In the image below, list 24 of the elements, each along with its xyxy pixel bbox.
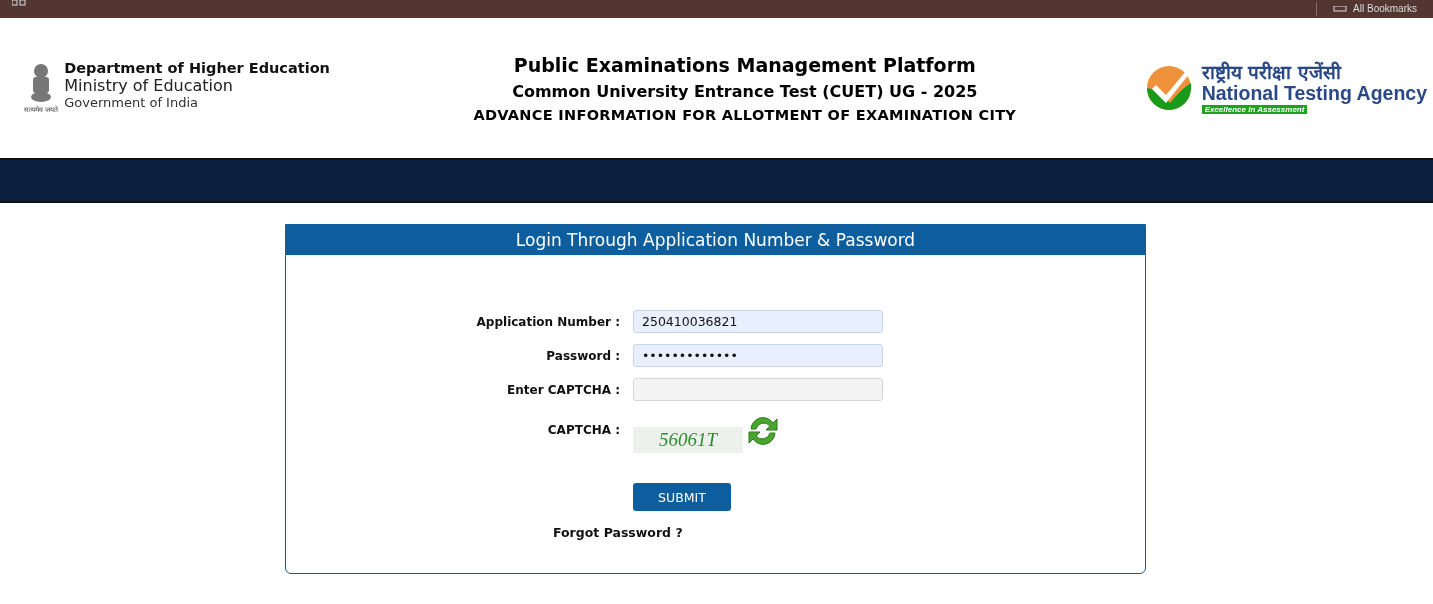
platform-title: Public Examinations Management Platform [513,53,976,76]
input-field[interactable] [633,378,883,401]
department-name: Department of Higher Education [64,60,330,76]
field-label: Enter CAPTCHA : [506,382,620,397]
government-name: Government of India [64,95,199,110]
agency-tagline: Excellence In Assessment [1201,105,1308,114]
login-card-title: Login Through Application Number & Password [286,225,1145,255]
bookmark-folder-icon [1333,6,1348,12]
input-field[interactable]: 250410036821 [633,310,883,333]
checkmark-logo-icon [1145,65,1192,111]
apps-grid-icon[interactable] [12,0,26,6]
ministry-name: Ministry of Education [64,76,234,95]
refresh-icon[interactable] [747,415,779,447]
captcha-image: 56061T [633,427,743,453]
agency-hindi-name: राष्ट्रीय परीक्षा एजेंसी [1201,62,1341,82]
input-field[interactable]: ••••••••••••• [633,344,883,367]
submit-button[interactable]: SUBMIT [633,483,731,511]
exam-subtitle: Common University Entrance Test (CUET) UG - 2025 [512,81,978,101]
notice-heading: ADVANCE INFORMATION FOR ALLOTMENT OF EXAMINATION CITY [473,106,1017,123]
bookmarks-link[interactable]: All Bookmarks [1353,3,1417,15]
field-label: CAPTCHA : [546,423,620,437]
forgot-password-link[interactable]: Forgot Password ? [553,525,683,540]
field-label: Password : [545,348,620,363]
field-label: Application Number : [475,314,620,329]
